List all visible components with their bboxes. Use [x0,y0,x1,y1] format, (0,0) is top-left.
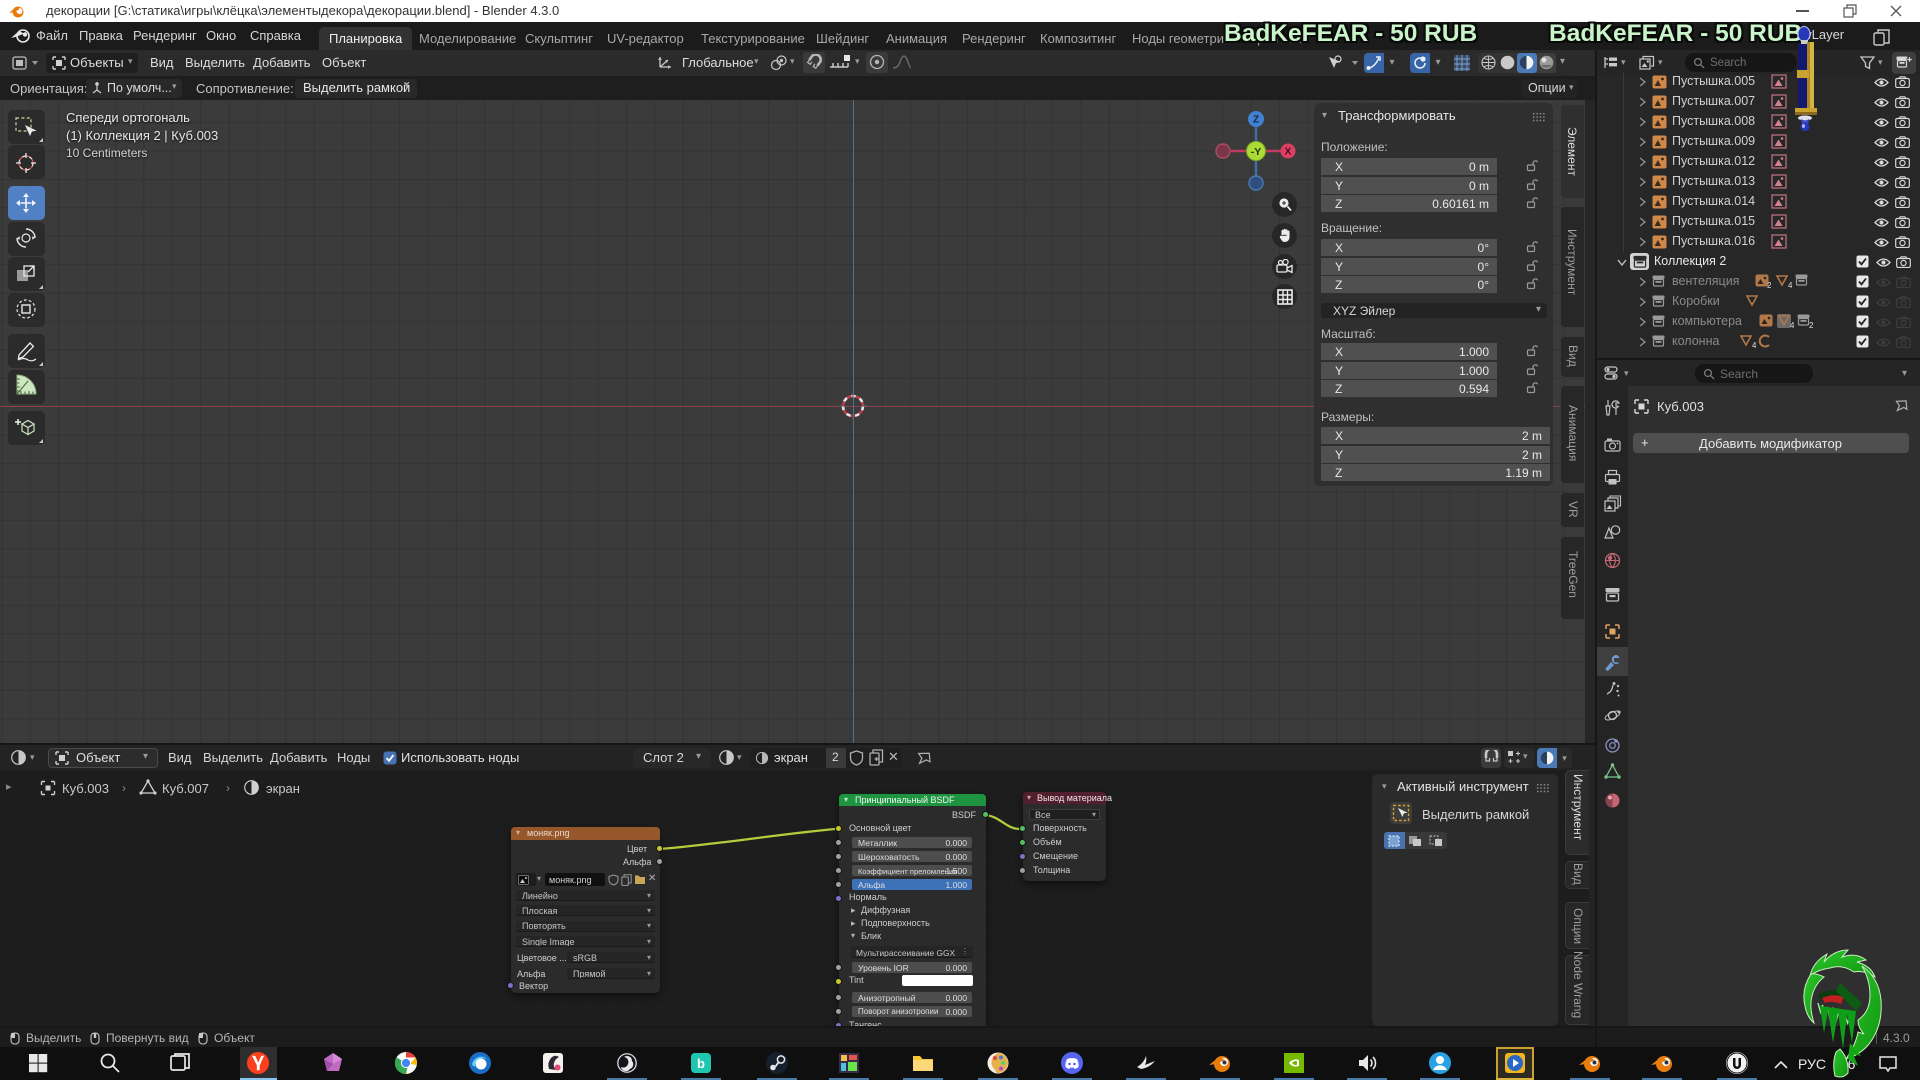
svg-text:4: 4 [1752,341,1756,349]
svg-text:Z: Z [1253,115,1259,126]
svg-text:b: b [697,1056,705,1071]
svg-text:-Y: -Y [1251,146,1262,158]
svg-text:X: X [1285,147,1292,158]
svg-text:4: 4 [1788,281,1792,289]
svg-text:2: 2 [1767,281,1772,289]
svg-text:2: 2 [1809,321,1814,329]
svg-text:4: 4 [1790,321,1794,329]
